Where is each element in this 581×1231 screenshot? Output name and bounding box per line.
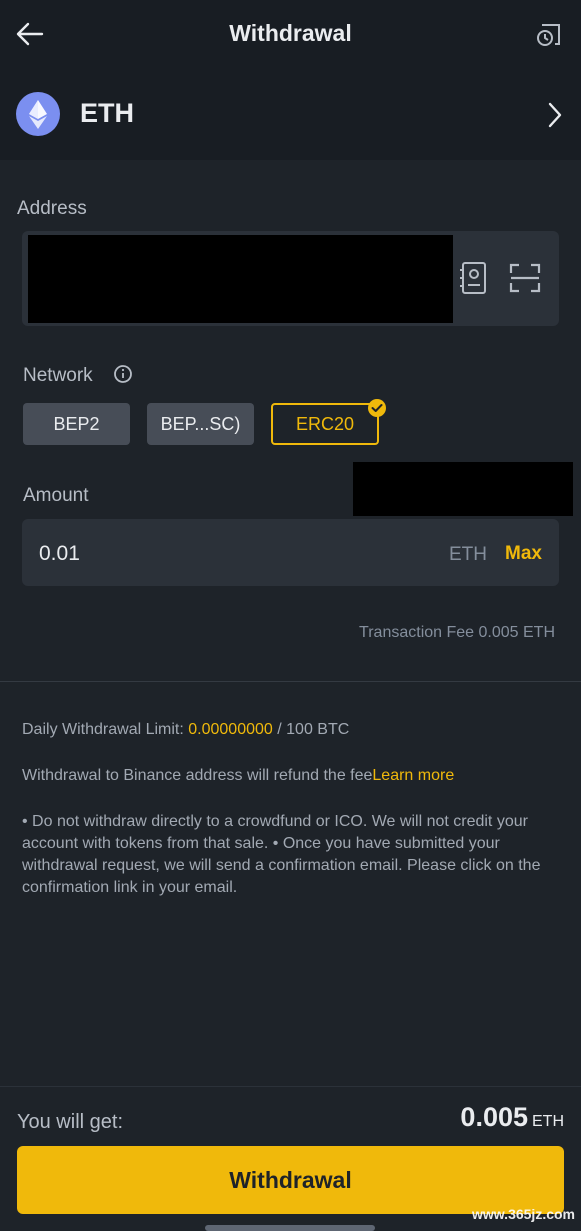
scan-icon[interactable]	[509, 263, 541, 293]
max-button[interactable]: Max	[505, 543, 542, 565]
disclaimer-text: • Do not withdraw directly to a crowdfun…	[22, 813, 541, 896]
amount-input[interactable]: 0.01 ETH Max	[22, 519, 559, 586]
check-icon	[368, 399, 386, 417]
network-option-bep2[interactable]: BEP2	[23, 403, 130, 445]
fee-value: 0.005 ETH	[478, 624, 555, 641]
info-icon[interactable]	[113, 364, 133, 384]
home-indicator[interactable]	[205, 1225, 375, 1231]
learn-more-link[interactable]: Learn more	[372, 767, 454, 784]
chevron-right-icon[interactable]	[545, 100, 565, 130]
ethereum-icon	[16, 92, 60, 136]
refund-note-text: Withdrawal to Binance address will refun…	[22, 767, 373, 784]
receive-unit: ETH	[532, 1113, 564, 1130]
top-bar: Withdrawal	[0, 0, 581, 72]
network-option-bsc[interactable]: BEP...SC)	[147, 403, 254, 445]
network-option-erc20[interactable]: ERC20	[271, 403, 379, 445]
daily-limit-label: Daily Withdrawal Limit:	[22, 721, 184, 738]
you-will-get-value: 0.005 ETH	[460, 1102, 564, 1133]
amount-unit: ETH	[449, 544, 487, 565]
history-icon[interactable]	[533, 20, 563, 50]
address-redacted-area	[28, 235, 453, 323]
network-label: Network	[23, 365, 93, 386]
address-book-icon[interactable]	[460, 261, 488, 295]
footer-divider	[0, 1086, 581, 1087]
transaction-fee: Transaction Fee 0.005 ETH	[359, 624, 555, 642]
daily-limit-used: 0.00000000	[188, 721, 273, 738]
coin-selector[interactable]: ETH	[0, 72, 581, 160]
divider	[0, 681, 581, 682]
daily-limit: Daily Withdrawal Limit: 0.00000000 / 100…	[22, 719, 349, 741]
daily-limit-total: / 100 BTC	[277, 721, 350, 738]
amount-value[interactable]: 0.01	[39, 542, 80, 566]
amount-label: Amount	[23, 485, 89, 506]
withdrawal-button[interactable]: Withdrawal	[17, 1146, 564, 1214]
page-title: Withdrawal	[229, 20, 352, 46]
you-will-get-label: You will get:	[17, 1111, 123, 1133]
receive-amount: 0.005	[460, 1102, 528, 1132]
watermark: www.365jz.com	[472, 1206, 575, 1222]
coin-symbol: ETH	[80, 98, 134, 128]
refund-note: Withdrawal to Binance address will refun…	[22, 765, 454, 787]
address-input[interactable]	[22, 231, 559, 326]
balance-redacted-area	[353, 462, 573, 516]
address-label: Address	[17, 198, 87, 219]
fee-label: Transaction Fee	[359, 624, 475, 641]
